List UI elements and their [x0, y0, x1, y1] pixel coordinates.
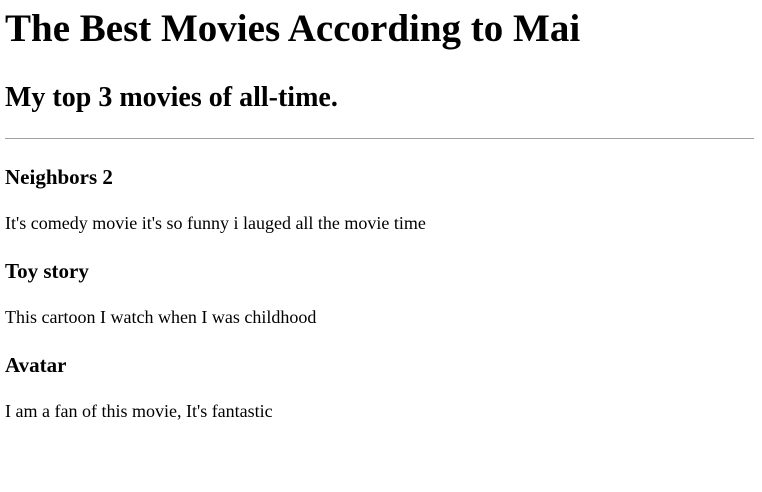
- movie-description: This cartoon I watch when I was childhoo…: [5, 307, 317, 327]
- page-subtitle: My top 3 movies of all-time.: [5, 82, 338, 113]
- movie-item: Neighbors 2 It's comedy movie it's so fu…: [5, 164, 754, 234]
- movie-description: I am a fan of this movie, It's fantastic: [5, 401, 273, 421]
- movie-title: Neighbors 2: [5, 165, 113, 189]
- movie-title: Toy story: [5, 259, 89, 283]
- movie-item: Toy story This cartoon I watch when I wa…: [5, 258, 754, 328]
- page-title: The Best Movies According to Mai: [5, 7, 581, 50]
- movie-title: Avatar: [5, 353, 67, 377]
- movie-item: Avatar I am a fan of this movie, It's fa…: [5, 352, 754, 422]
- page-content: The Best Movies According to Mai My top …: [0, 8, 762, 422]
- movie-description: It's comedy movie it's so funny i lauged…: [5, 213, 426, 233]
- divider: [5, 138, 754, 139]
